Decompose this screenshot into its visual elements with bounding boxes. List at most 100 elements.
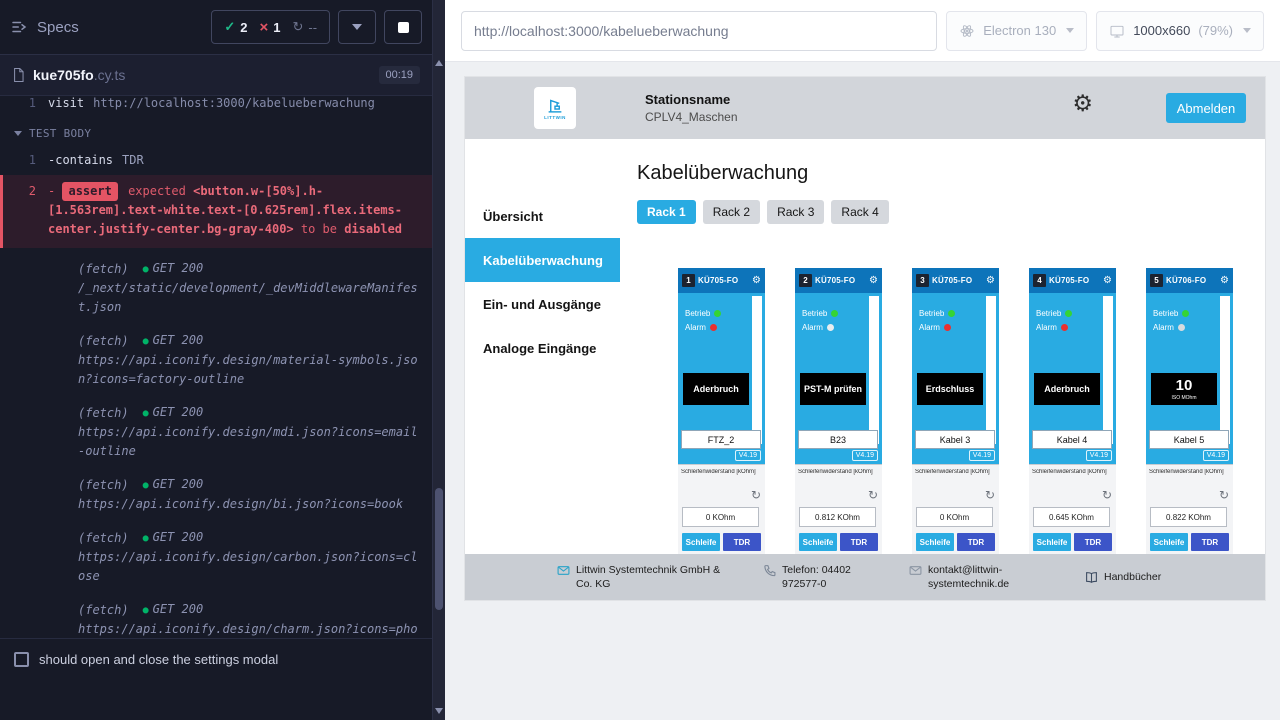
viewport-icon	[1109, 23, 1125, 39]
failed-assert-command[interactable]: 2 assert expected <button.w-[50%].h-[1.5…	[0, 175, 432, 248]
logout-button[interactable]: Abmelden	[1166, 93, 1246, 123]
fetch-url: https://api.iconify.design/mdi.json?icon…	[78, 423, 420, 461]
visit-command[interactable]: 1 visit http://localhost:3000/kabelueber…	[0, 96, 432, 115]
url-input[interactable]	[461, 11, 937, 51]
browser-selector[interactable]: Electron 130	[946, 11, 1087, 51]
device-card-header: 2 KÜ705-FO ⚙	[795, 268, 882, 293]
footer-phone[interactable]: Telefon: 04402 972577-0	[763, 563, 891, 591]
footer-email[interactable]: kontakt@littwin-systemtechnik.de	[909, 563, 1067, 591]
app-header: LITTWIN Stationsname CPLV4_Maschen ⚙ Abm…	[465, 77, 1265, 139]
contains-command[interactable]: 1 contains TDR	[0, 149, 432, 172]
refresh-icon[interactable]: ↻	[985, 489, 995, 501]
alarm-label: Alarm	[1153, 323, 1174, 332]
viewport-selector[interactable]: 1000x660 (79%)	[1096, 11, 1264, 51]
device-settings-icon[interactable]: ⚙	[986, 276, 995, 286]
aut-panel: Electron 130 1000x660 (79%) LITTWIN Stat…	[445, 0, 1280, 720]
network-log-entry[interactable]: (fetch)●GET 200 https://api.iconify.desi…	[0, 328, 432, 392]
device-status-display: Erdschluss	[917, 373, 983, 405]
fetch-url: /_next/static/development/_devMiddleware…	[78, 279, 420, 317]
test-body-section[interactable]: TEST BODY	[0, 115, 432, 149]
tdr-button[interactable]: TDR	[1074, 533, 1112, 551]
scrollbar-thumb[interactable]	[435, 488, 443, 610]
tab-rack-2[interactable]: Rack 2	[703, 200, 760, 224]
next-test-row[interactable]: should open and close the settings modal	[0, 638, 432, 680]
spec-file-row[interactable]: kue705fo.cy.ts 00:19	[0, 55, 432, 96]
refresh-icon[interactable]: ↻	[868, 489, 878, 501]
device-settings-icon[interactable]: ⚙	[1103, 276, 1112, 286]
cable-name[interactable]: FTZ_2	[681, 430, 761, 449]
cable-name[interactable]: B23	[798, 430, 878, 449]
app-sidebar: Übersicht Kabelüberwachung Ein- und Ausg…	[465, 139, 620, 600]
spec-file-icon	[12, 67, 25, 83]
sidebar-item-uebersicht[interactable]: Übersicht	[465, 194, 620, 238]
network-log-entry[interactable]: (fetch)●GET 200 /_next/static/developmen…	[0, 256, 432, 320]
schleife-button[interactable]: Schleife	[1033, 533, 1071, 551]
status-ok-dot: ●	[143, 264, 149, 275]
tab-rack-1[interactable]: Rack 1	[637, 200, 696, 224]
device-card: 5 KÜ706-FO ⚙ Betrieb Alarm 10ISO MOhm Ka…	[1146, 268, 1233, 568]
collapse-button[interactable]	[338, 10, 376, 44]
fetch-label: (fetch)	[78, 260, 129, 279]
betrieb-status-dot	[1182, 310, 1189, 317]
app-footer: Littwin Systemtechnik GmbH & Co. KG Tele…	[465, 554, 1265, 600]
status-ok-dot: ●	[143, 533, 149, 544]
cable-name[interactable]: Kabel 5	[1149, 430, 1229, 449]
device-card-header: 3 KÜ705-FO ⚙	[912, 268, 999, 293]
footer-manuals[interactable]: Handbücher	[1085, 570, 1161, 584]
refresh-icon[interactable]: ↻	[1102, 489, 1112, 501]
chevron-down-icon	[352, 24, 362, 30]
specs-toggle[interactable]: Specs	[10, 18, 79, 36]
sidebar-item-kabelueberwachung[interactable]: Kabelüberwachung	[465, 238, 620, 282]
tab-rack-4[interactable]: Rack 4	[831, 200, 888, 224]
sidebar-item-ein-und-ausgaenge[interactable]: Ein- und Ausgänge	[465, 282, 620, 326]
cable-name[interactable]: Kabel 3	[915, 430, 995, 449]
specs-label: Specs	[37, 19, 79, 36]
alarm-status-dot	[944, 324, 951, 331]
betrieb-label: Betrieb	[685, 309, 710, 318]
device-settings-icon[interactable]: ⚙	[869, 276, 878, 286]
schleife-button[interactable]: Schleife	[1150, 533, 1188, 551]
tdr-button[interactable]: TDR	[957, 533, 995, 551]
network-log-entry[interactable]: (fetch)●GET 200 https://api.iconify.desi…	[0, 472, 432, 517]
device-status-display: Aderbruch	[683, 373, 749, 405]
sidebar-item-analoge-eingaenge[interactable]: Analoge Eingänge	[465, 326, 620, 370]
electron-icon	[959, 23, 975, 39]
device-settings-icon[interactable]: ⚙	[752, 276, 761, 286]
betrieb-label: Betrieb	[919, 309, 944, 318]
loop-resistance-panel: Schleifenwiderstand [kOhm] ↻ 0.812 KOhm …	[795, 464, 882, 568]
network-log-entry[interactable]: (fetch)●GET 200 https://api.iconify.desi…	[0, 597, 432, 638]
device-settings-icon[interactable]: ⚙	[1220, 276, 1229, 286]
device-card-header: 4 KÜ705-FO ⚙	[1029, 268, 1116, 293]
tdr-button[interactable]: TDR	[1191, 533, 1229, 551]
station-name: CPLV4_Maschen	[645, 110, 738, 124]
scroll-up-arrow-icon[interactable]	[435, 60, 443, 66]
refresh-icon[interactable]: ↻	[1219, 489, 1229, 501]
fetch-url: https://api.iconify.design/charm.json?ic…	[78, 620, 420, 638]
network-log-entry[interactable]: (fetch)●GET 200 https://api.iconify.desi…	[0, 525, 432, 589]
tab-rack-3[interactable]: Rack 3	[767, 200, 824, 224]
device-model-label: KÜ705-FO	[932, 276, 972, 285]
tdr-button[interactable]: TDR	[723, 533, 761, 551]
check-icon: ✓	[224, 19, 235, 35]
loop-resistance-value: 0.812 KOhm	[799, 507, 876, 527]
loop-resistance-panel: Schleifenwiderstand [kOhm] ↻ 0 KOhm Schl…	[912, 464, 999, 568]
network-log-entry[interactable]: (fetch)●GET 200 https://api.iconify.desi…	[0, 400, 432, 464]
scrollbar[interactable]	[432, 0, 445, 720]
refresh-icon[interactable]: ↻	[751, 489, 761, 501]
cable-name[interactable]: Kabel 4	[1032, 430, 1112, 449]
schleife-button[interactable]: Schleife	[682, 533, 720, 551]
loop-resistance-panel: Schleifenwiderstand [kOhm] ↻ 0.822 KOhm …	[1146, 464, 1233, 568]
browser-label: Electron 130	[983, 23, 1056, 38]
assert-expected: disabled	[344, 222, 402, 236]
fetch-label: (fetch)	[78, 601, 129, 620]
tdr-button[interactable]: TDR	[840, 533, 878, 551]
schleife-button[interactable]: Schleife	[799, 533, 837, 551]
loop-resistance-label: Schleifenwiderstand [kOhm]	[681, 469, 762, 475]
command-name: visit	[48, 96, 84, 113]
fetch-url: https://api.iconify.design/carbon.json?i…	[78, 548, 420, 586]
settings-gear-icon[interactable]: ⚙	[1072, 93, 1093, 116]
scroll-down-arrow-icon[interactable]	[435, 708, 443, 714]
schleife-button[interactable]: Schleife	[916, 533, 954, 551]
stop-button[interactable]	[384, 10, 422, 44]
aut-toolbar: Electron 130 1000x660 (79%)	[445, 0, 1280, 62]
